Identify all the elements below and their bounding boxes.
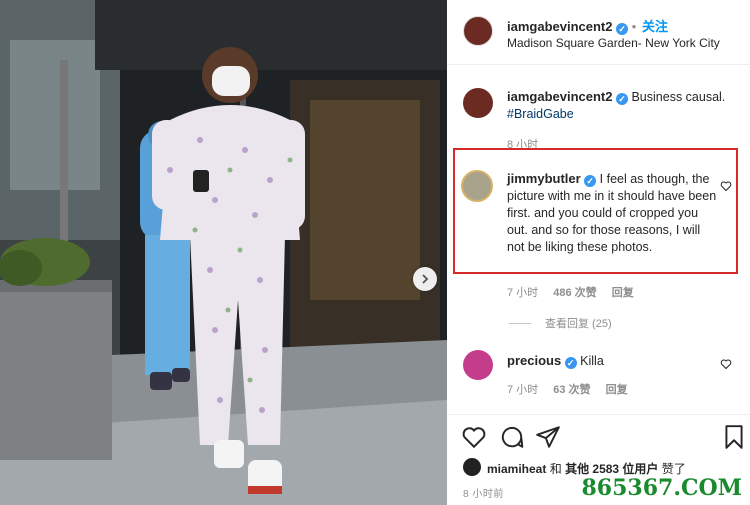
view-replies-button[interactable]: 查看回复 (25) — [509, 315, 612, 331]
reply-button[interactable]: 回复 — [606, 384, 628, 396]
comment-likes[interactable]: 63 次赞 — [553, 384, 590, 396]
comment-time: 7 小时 — [507, 384, 539, 396]
verified-badge-icon: ✓ — [564, 357, 577, 369]
header-divider — [447, 64, 750, 65]
verified-badge-icon: ✓ — [584, 175, 597, 187]
commenter-username[interactable]: jimmybutler — [507, 171, 581, 186]
action-bar — [447, 424, 750, 452]
liker-avatar[interactable] — [463, 458, 481, 476]
caption-text: Business causal. — [631, 90, 726, 104]
actions-divider — [447, 414, 750, 415]
follow-button[interactable]: 关注 — [642, 19, 668, 34]
commenter-avatar[interactable] — [463, 350, 493, 380]
comment-text: Killa — [580, 354, 604, 368]
heart-icon[interactable] — [461, 424, 487, 450]
bookmark-icon[interactable] — [721, 424, 747, 450]
commenter-username[interactable]: precious — [507, 353, 561, 368]
verified-badge-icon: ✓ — [616, 23, 629, 35]
comment-like-heart-icon[interactable] — [720, 358, 732, 370]
commenter-avatar[interactable] — [461, 170, 493, 202]
post-header: iamgabevincent2 ✓ • 关注 Madison Square Ga… — [447, 0, 750, 64]
view-replies-label: 查看回复 (25) — [545, 318, 612, 330]
author-avatar[interactable] — [463, 16, 493, 46]
post-photo — [0, 0, 447, 505]
reply-button[interactable]: 回复 — [612, 287, 634, 299]
caption-author-username[interactable]: iamgabevincent2 — [507, 89, 613, 104]
likes-suffix: 赞了 — [661, 462, 686, 476]
comment-likes[interactable]: 486 次赞 — [553, 287, 596, 299]
posted-time: 8 小时前 — [463, 489, 504, 500]
comment-icon[interactable] — [499, 424, 525, 450]
next-photo-button[interactable] — [413, 267, 437, 291]
photo-illustration — [0, 0, 447, 505]
liker-username[interactable]: miamiheat — [487, 462, 546, 476]
verified-badge-icon: ✓ — [615, 93, 628, 105]
post-location[interactable]: Madison Square Garden- New York City — [507, 36, 720, 50]
author-username[interactable]: iamgabevincent2 — [507, 19, 613, 34]
caption-author-avatar[interactable] — [463, 88, 493, 118]
share-icon[interactable] — [535, 424, 561, 450]
watermark: 865367.COM — [581, 475, 742, 501]
replies-dash — [509, 323, 531, 324]
likes-others[interactable]: 其他 2583 位用户 — [565, 462, 658, 476]
post-side-panel: iamgabevincent2 ✓ • 关注 Madison Square Ga… — [447, 0, 750, 505]
comment-like-heart-icon[interactable] — [720, 180, 732, 192]
likes-and: 和 — [549, 462, 562, 476]
chevron-right-icon — [422, 274, 429, 284]
comment-time: 7 小时 — [507, 287, 539, 299]
separator-dot: • — [631, 19, 637, 34]
caption-hashtag[interactable]: #BraidGabe — [507, 107, 574, 121]
